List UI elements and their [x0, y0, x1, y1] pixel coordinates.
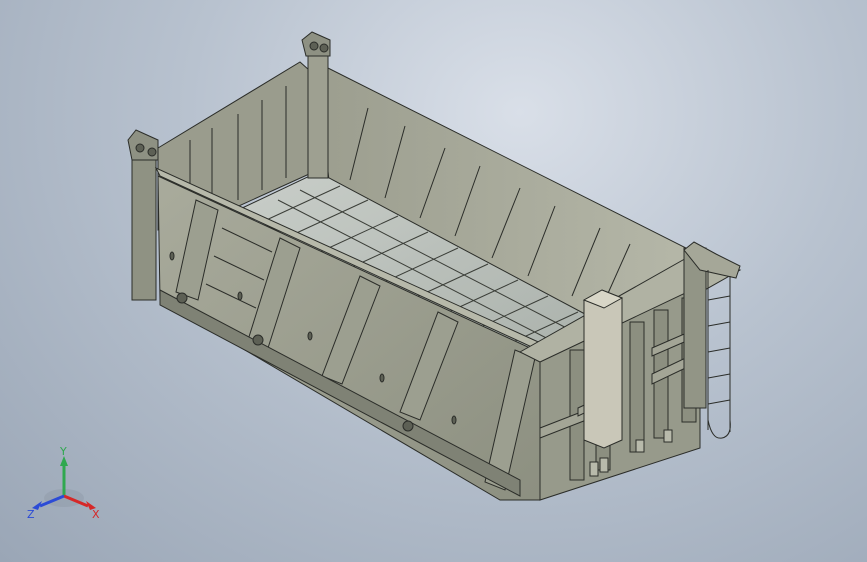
- z-axis-label: Z: [27, 508, 35, 521]
- dump-body-model[interactable]: [0, 0, 867, 562]
- graphics-viewport[interactable]: Y X Z: [0, 0, 867, 562]
- ladder: [707, 270, 731, 439]
- front-corner-post: [683, 247, 707, 409]
- headboard-box: [583, 289, 623, 449]
- rear-far-corner-post: [307, 47, 329, 179]
- rear-near-corner-post: [131, 149, 157, 301]
- y-axis-label: Y: [59, 446, 67, 458]
- x-axis-label: X: [92, 508, 100, 521]
- orientation-triad[interactable]: Y X Z: [24, 446, 104, 526]
